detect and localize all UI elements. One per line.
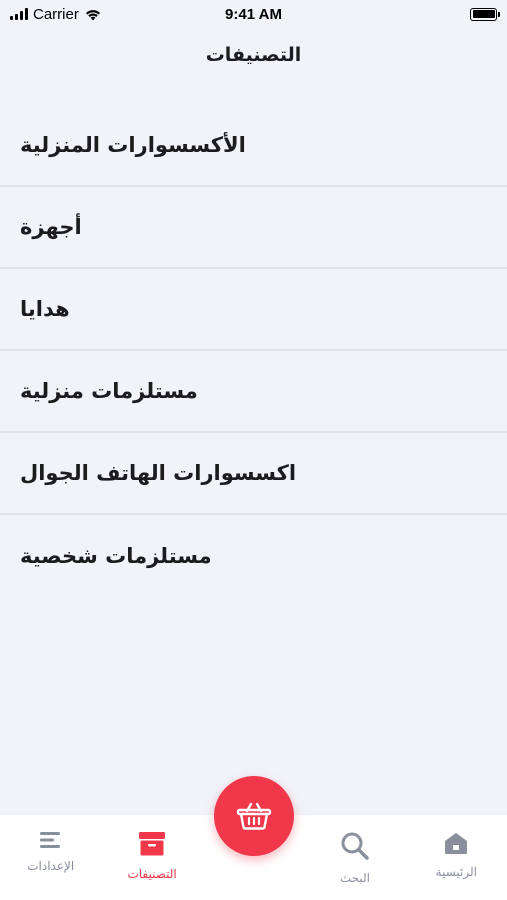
status-bar: Carrier 9:41 AM <box>0 0 507 28</box>
category-item-phone-accessories[interactable]: اكسسوارات الهاتف الجوال <box>0 433 507 515</box>
battery-fill <box>472 10 495 18</box>
archive-box-icon <box>139 832 166 856</box>
home-icon <box>445 833 468 854</box>
category-label: الأكسسوارات المنزلية <box>20 133 246 157</box>
category-label: هدايا <box>20 297 70 321</box>
basket-button[interactable] <box>214 776 294 856</box>
tab-search-label: البحث <box>339 871 370 885</box>
category-label: مستلزمات شخصية <box>20 544 212 568</box>
tab-categories-label: التصنيفات <box>127 867 177 881</box>
carrier-label: Carrier <box>33 5 79 23</box>
basket-icon <box>236 802 272 830</box>
tab-categories[interactable]: التصنيفات <box>101 815 202 900</box>
status-left: Carrier <box>10 6 102 23</box>
wifi-icon <box>85 9 100 20</box>
tab-settings-label: الإعدادات <box>27 859 75 873</box>
signal-icon <box>10 8 28 20</box>
category-label: اكسسوارات الهاتف الجوال <box>20 461 297 485</box>
tab-home[interactable]: الرئيسية <box>406 815 507 900</box>
menu-lines-icon <box>39 832 60 848</box>
category-item-devices[interactable]: أجهزة <box>0 187 507 269</box>
category-item-home-accessories[interactable]: الأكسسوارات المنزلية <box>0 105 507 187</box>
tab-home-label: الرئيسية <box>435 865 477 879</box>
category-list: الأكسسوارات المنزلية أجهزة هدايا مستلزما… <box>0 105 507 597</box>
category-label: أجهزة <box>20 215 82 239</box>
category-item-personal-supplies[interactable]: مستلزمات شخصية <box>0 515 507 597</box>
category-item-household-supplies[interactable]: مستلزمات منزلية <box>0 351 507 433</box>
category-label: مستلزمات منزلية <box>20 379 198 403</box>
page-title: التصنيفات <box>205 44 302 66</box>
category-item-gifts[interactable]: هدايا <box>0 269 507 351</box>
battery-icon <box>470 7 500 21</box>
tab-settings[interactable]: الإعدادات <box>0 815 101 900</box>
search-icon <box>341 832 369 860</box>
tab-search[interactable]: البحث <box>304 815 405 900</box>
